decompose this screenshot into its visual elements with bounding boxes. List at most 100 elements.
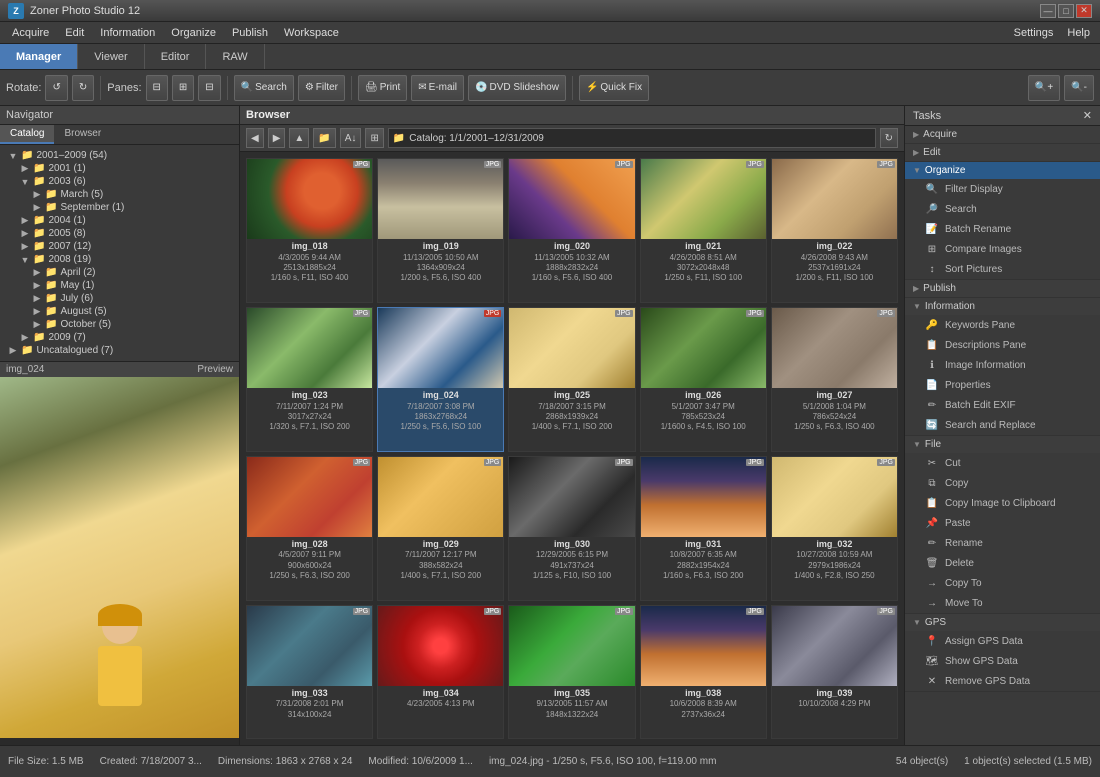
thumbnail-026[interactable]: JPGimg_0265/1/2007 3:47 PM785x523x241/16… — [640, 307, 767, 452]
task-section-header-information[interactable]: ▼Information — [905, 298, 1100, 315]
tree-item-march[interactable]: ▶📁March (5) — [0, 188, 239, 201]
menu-publish[interactable]: Publish — [224, 25, 276, 41]
preview-dropdown[interactable]: Preview — [197, 364, 233, 375]
minimize-button[interactable]: — — [1040, 4, 1056, 18]
task-item-sort-pictures[interactable]: ↕Sort Pictures — [905, 259, 1100, 279]
tree-item-2009[interactable]: ▶📁2009 (7) — [0, 331, 239, 344]
task-item-delete[interactable]: 🗑Delete — [905, 553, 1100, 573]
tree-item-2003[interactable]: ▼📁2003 (6) — [0, 175, 239, 188]
task-item-search[interactable]: 🔎Search — [905, 199, 1100, 219]
rotate-cw-button[interactable]: ↻ — [72, 75, 94, 101]
thumbnail-035[interactable]: JPGimg_0359/13/2005 11:57 AM1848x1322x24 — [508, 605, 635, 739]
task-item-descriptions-pane[interactable]: 📋Descriptions Pane — [905, 335, 1100, 355]
tree-item-root[interactable]: ▼📁2001–2009 (54) — [0, 149, 239, 162]
tree-item-2008[interactable]: ▼📁2008 (19) — [0, 253, 239, 266]
task-item-search-replace[interactable]: 🔄Search and Replace — [905, 415, 1100, 435]
tree-item-uncatalogued[interactable]: ▶📁Uncatalogued (7) — [0, 344, 239, 357]
task-item-paste[interactable]: 📌Paste — [905, 513, 1100, 533]
tree-item-2001[interactable]: ▶📁2001 (1) — [0, 162, 239, 175]
panes-button-3[interactable]: ⊟ — [198, 75, 220, 101]
panes-button-1[interactable]: ⊟ — [146, 75, 168, 101]
tree-item-2007[interactable]: ▶📁2007 (12) — [0, 240, 239, 253]
task-item-show-gps[interactable]: 🗺Show GPS Data — [905, 651, 1100, 671]
tree-item-october[interactable]: ▶📁October (5) — [0, 318, 239, 331]
thumbnail-grid[interactable]: JPGimg_0184/3/2005 9:44 AM2513x1885x241/… — [240, 152, 904, 745]
thumbnail-039[interactable]: JPGimg_03910/10/2008 4:29 PM — [771, 605, 898, 739]
tree-item-2005[interactable]: ▶📁2005 (8) — [0, 227, 239, 240]
folder-button[interactable]: 📁 — [313, 128, 335, 148]
task-item-cut[interactable]: ✂Cut — [905, 453, 1100, 473]
tasks-close[interactable]: ✕ — [1083, 109, 1092, 122]
tree-item-2004[interactable]: ▶📁2004 (1) — [0, 214, 239, 227]
thumbnail-020[interactable]: JPGimg_02011/13/2005 10:32 AM1888x2832x2… — [508, 158, 635, 303]
filter-button[interactable]: ⚙ Filter — [298, 75, 345, 101]
task-item-keywords-pane[interactable]: 🔑Keywords Pane — [905, 315, 1100, 335]
tab-raw[interactable]: RAW — [206, 44, 264, 69]
email-button[interactable]: ✉ E-mail — [411, 75, 464, 101]
thumbnail-022[interactable]: JPGimg_0224/26/2008 9:43 AM2537x1691x241… — [771, 158, 898, 303]
thumbnail-018[interactable]: JPGimg_0184/3/2005 9:44 AM2513x1885x241/… — [246, 158, 373, 303]
rotate-ccw-button[interactable]: ↺ — [45, 75, 67, 101]
thumbnail-021[interactable]: JPGimg_0214/26/2008 8:51 AM3072x2048x481… — [640, 158, 767, 303]
tab-editor[interactable]: Editor — [145, 44, 207, 69]
tree-item-may[interactable]: ▶📁May (1) — [0, 279, 239, 292]
view-button[interactable]: ⊞ — [365, 128, 383, 148]
sort-button[interactable]: A↓ — [340, 128, 362, 148]
thumbnail-031[interactable]: JPGimg_03110/8/2007 6:35 AM2882x1954x241… — [640, 456, 767, 601]
tab-manager[interactable]: Manager — [0, 44, 78, 69]
menu-workspace[interactable]: Workspace — [276, 25, 347, 41]
print-button[interactable]: 🖨 Print — [358, 75, 407, 101]
task-section-header-publish[interactable]: ▶Publish — [905, 280, 1100, 297]
task-item-rename[interactable]: ✏Rename — [905, 533, 1100, 553]
menu-acquire[interactable]: Acquire — [4, 25, 57, 41]
task-item-properties[interactable]: 📄Properties — [905, 375, 1100, 395]
task-section-header-gps[interactable]: ▼GPS — [905, 614, 1100, 631]
thumbnail-023[interactable]: JPGimg_0237/11/2007 1:24 PM3017x27x241/3… — [246, 307, 373, 452]
tree-item-september[interactable]: ▶📁September (1) — [0, 201, 239, 214]
thumbnail-034[interactable]: JPGimg_0344/23/2005 4:13 PM — [377, 605, 504, 739]
thumbnail-032[interactable]: JPGimg_03210/27/2008 10:59 AM2979x1986x2… — [771, 456, 898, 601]
thumbnail-027[interactable]: JPGimg_0275/1/2008 1:04 PM786x524x241/25… — [771, 307, 898, 452]
task-section-header-organize[interactable]: ▼Organize — [905, 162, 1100, 179]
thumbnail-033[interactable]: JPGimg_0337/31/2008 2:01 PM314x100x24 — [246, 605, 373, 739]
task-item-assign-gps[interactable]: 📍Assign GPS Data — [905, 631, 1100, 651]
refresh-button[interactable]: ↻ — [880, 128, 898, 148]
menu-organize[interactable]: Organize — [163, 25, 224, 41]
task-item-remove-gps[interactable]: ✕Remove GPS Data — [905, 671, 1100, 691]
task-item-image-information[interactable]: ℹImage Information — [905, 355, 1100, 375]
thumbnail-025[interactable]: JPGimg_0257/18/2007 3:15 PM2868x1939x241… — [508, 307, 635, 452]
task-section-header-file[interactable]: ▼File — [905, 436, 1100, 453]
thumbnail-029[interactable]: JPGimg_0297/11/2007 12:17 PM388x582x241/… — [377, 456, 504, 601]
tree-item-july[interactable]: ▶📁July (6) — [0, 292, 239, 305]
maximize-button[interactable]: □ — [1058, 4, 1074, 18]
task-item-move-to[interactable]: →Move To — [905, 593, 1100, 613]
task-item-copy-to[interactable]: →Copy To — [905, 573, 1100, 593]
quickfix-button[interactable]: ⚡ Quick Fix — [579, 75, 649, 101]
help-button[interactable]: Help — [1061, 27, 1096, 39]
zoom-out-button[interactable]: 🔍- — [1064, 75, 1094, 101]
task-item-batch-rename[interactable]: 📝Batch Rename — [905, 219, 1100, 239]
up-button[interactable]: ▲ — [289, 128, 309, 148]
nav-tab-catalog[interactable]: Catalog — [0, 125, 54, 144]
forward-button[interactable]: ▶ — [268, 128, 286, 148]
thumbnail-019[interactable]: JPGimg_01911/13/2005 10:50 AM1364x909x24… — [377, 158, 504, 303]
settings-button[interactable]: Settings — [1008, 27, 1060, 39]
nav-tab-browser[interactable]: Browser — [54, 125, 111, 144]
zoom-in-button[interactable]: 🔍+ — [1028, 75, 1060, 101]
search-button[interactable]: 🔍 Search — [234, 75, 294, 101]
menu-information[interactable]: Information — [92, 25, 163, 41]
thumbnail-028[interactable]: JPGimg_0284/5/2007 9:11 PM900x600x241/25… — [246, 456, 373, 601]
thumbnail-024[interactable]: JPGimg_0247/18/2007 3:08 PM1863x2768x241… — [377, 307, 504, 452]
tree-item-april[interactable]: ▶📁April (2) — [0, 266, 239, 279]
menu-edit[interactable]: Edit — [57, 25, 92, 41]
thumbnail-038[interactable]: JPGimg_03810/6/2008 8:39 AM2737x36x24 — [640, 605, 767, 739]
task-item-filter-display[interactable]: 🔍Filter Display — [905, 179, 1100, 199]
task-item-copy[interactable]: ⧉Copy — [905, 473, 1100, 493]
close-button[interactable]: ✕ — [1076, 4, 1092, 18]
task-section-header-edit[interactable]: ▶Edit — [905, 144, 1100, 161]
tree-item-august[interactable]: ▶📁August (5) — [0, 305, 239, 318]
task-item-batch-edit-exif[interactable]: ✏Batch Edit EXIF — [905, 395, 1100, 415]
dvd-button[interactable]: 💿 DVD Slideshow — [468, 75, 566, 101]
task-section-header-acquire[interactable]: ▶Acquire — [905, 126, 1100, 143]
thumbnail-030[interactable]: JPGimg_03012/29/2005 6:15 PM491x737x241/… — [508, 456, 635, 601]
